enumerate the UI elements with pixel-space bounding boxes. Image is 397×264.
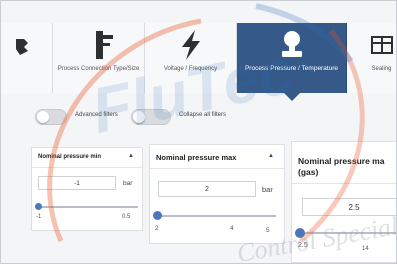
- slider-tick: 14: [362, 246, 369, 252]
- tab-network[interactable]: [1, 23, 53, 93]
- filter-page: Process Connection Type/Size Voltage / F…: [0, 0, 397, 264]
- filter-header[interactable]: Nominal pressure max ▲: [150, 145, 284, 169]
- slider-track[interactable]: [298, 232, 396, 234]
- input-value: 2.5: [348, 203, 360, 212]
- pressure-max-gas-input[interactable]: 2.5: [302, 198, 396, 216]
- input-value: -1: [74, 180, 80, 187]
- tab-voltage-frequency[interactable]: Voltage / Frequency: [145, 23, 237, 93]
- slider-track[interactable]: [38, 206, 138, 208]
- unit-label: bar: [123, 180, 133, 187]
- filter-title: Nominal pressure max: [156, 153, 237, 162]
- filter-nominal-pressure-min: Nominal pressure min ▲ -1 bar -1 0.5: [31, 147, 143, 231]
- tab-label: Sealing: [371, 66, 392, 72]
- pressure-min-input[interactable]: -1: [38, 176, 116, 190]
- advanced-filters-switch[interactable]: [35, 109, 67, 125]
- pipe-connection-icon: [95, 31, 113, 59]
- slider-tick: 4: [230, 225, 234, 232]
- collapse-filters-label: Collapse all filters: [179, 112, 227, 118]
- collapse-filters-switch[interactable]: [131, 109, 171, 125]
- slider-track[interactable]: [156, 215, 276, 217]
- filter-title: Nominal pressure ma: [298, 156, 385, 166]
- slider-tick: 2: [155, 225, 159, 232]
- slider-tick-max: 0.5: [122, 214, 131, 220]
- tab-label: Process Pressure / Temperature: [244, 65, 339, 72]
- filter-header[interactable]: Nominal pressure ma (gas): [292, 142, 396, 184]
- switch-knob: [37, 111, 49, 123]
- slider-tick: 5: [266, 227, 270, 234]
- category-tab-strip: Process Connection Type/Size Voltage / F…: [1, 23, 396, 101]
- filter-header[interactable]: Nominal pressure min ▲: [32, 148, 142, 168]
- input-value: 2: [205, 186, 209, 193]
- lightning-bolt-icon: [181, 30, 200, 60]
- tab-process-connection[interactable]: Process Connection Type/Size: [53, 23, 145, 93]
- caret-up-icon[interactable]: ▲: [268, 153, 274, 159]
- slider-tick-min: -1: [36, 214, 42, 220]
- slider-tick: 2.5: [298, 242, 308, 249]
- slider-thumb[interactable]: [153, 211, 162, 220]
- network-icon: [15, 39, 28, 55]
- advanced-filters-label: Advanced filters: [75, 112, 118, 118]
- tab-label: Process Connection Type/Size: [57, 66, 140, 72]
- filter-nominal-pressure-max: Nominal pressure max ▲ 2 bar 2 4 5: [149, 144, 285, 244]
- slider-thumb[interactable]: [35, 203, 42, 210]
- caret-up-icon[interactable]: ▲: [128, 153, 134, 159]
- filter-nominal-pressure-max-gas: Nominal pressure ma (gas) 2.5 2.5 14: [291, 141, 396, 263]
- filter-toggles: Advanced filters Collapse all filters: [1, 101, 396, 135]
- unit-label: bar: [262, 185, 273, 194]
- pressure-gauge-icon: [281, 31, 302, 57]
- switch-knob: [133, 111, 145, 123]
- sealing-icon: [370, 36, 393, 54]
- tab-process-pressure-temperature[interactable]: Process Pressure / Temperature: [237, 23, 347, 101]
- tab-label: Voltage / Frequency: [163, 66, 218, 72]
- filter-subtitle: (gas): [298, 167, 319, 177]
- slider-thumb[interactable]: [295, 228, 305, 238]
- filter-title: Nominal pressure min: [38, 154, 102, 160]
- pressure-max-input[interactable]: 2: [158, 181, 256, 197]
- tab-sealing[interactable]: Sealing: [347, 23, 396, 93]
